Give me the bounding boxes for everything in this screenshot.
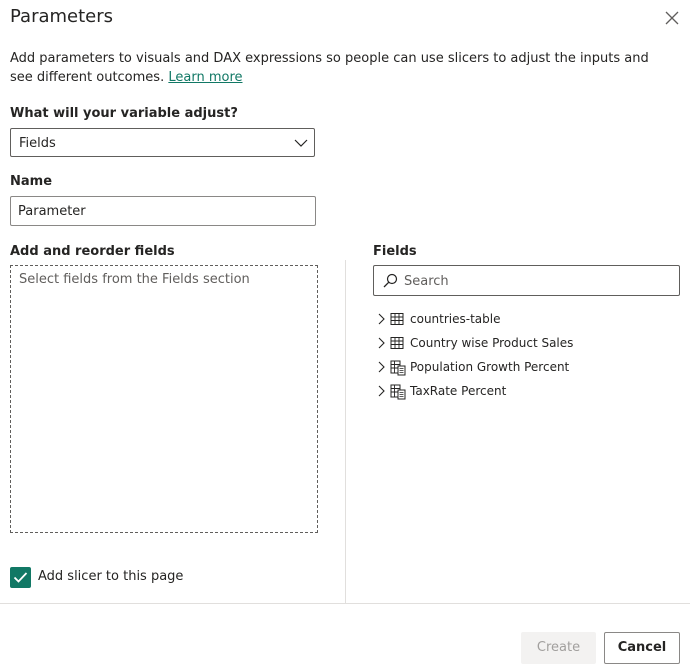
fields-search-box[interactable] <box>373 265 680 296</box>
chevron-right-icon[interactable] <box>376 313 386 328</box>
table-icon <box>390 336 404 353</box>
chevron-right-icon[interactable] <box>376 337 386 352</box>
dialog-title: Parameters <box>10 6 114 27</box>
search-icon <box>382 273 398 293</box>
add-slicer-label: Add slicer to this page <box>38 569 184 584</box>
search-input[interactable] <box>402 271 676 292</box>
close-icon[interactable] <box>662 8 682 28</box>
tree-item-country-wise-product-sales[interactable]: Country wise Product Sales <box>374 332 680 356</box>
parameters-dialog: Parameters Add parameters to visuals and… <box>0 0 690 672</box>
variable-dropdown[interactable]: Fields <box>10 128 315 157</box>
checkmark-icon <box>13 572 28 583</box>
calculated-table-icon <box>390 360 406 379</box>
fields-tree: countries-table Country wise Product Sal… <box>374 308 680 404</box>
reorder-label: Add and reorder fields <box>10 244 175 259</box>
tree-item-label: countries-table <box>410 312 501 326</box>
cancel-button[interactable]: Cancel <box>604 632 680 664</box>
fields-label: Fields <box>373 244 417 259</box>
chevron-down-icon <box>294 137 308 152</box>
name-input[interactable] <box>10 196 316 226</box>
description-text: Add parameters to visuals and DAX expres… <box>10 51 649 85</box>
tree-item-label: Country wise Product Sales <box>410 336 574 350</box>
table-icon <box>390 312 404 329</box>
chevron-right-icon[interactable] <box>376 385 386 400</box>
name-label: Name <box>10 174 53 189</box>
create-button[interactable]: Create <box>521 632 596 664</box>
tree-item-countries-table[interactable]: countries-table <box>374 308 680 332</box>
variable-dropdown-value: Fields <box>19 136 56 151</box>
calculated-table-icon <box>390 384 406 403</box>
tree-item-taxrate-percent[interactable]: TaxRate Percent <box>374 380 680 404</box>
footer-divider <box>0 603 690 604</box>
learn-more-link[interactable]: Learn more <box>168 70 242 85</box>
chevron-right-icon[interactable] <box>376 361 386 376</box>
tree-item-population-growth-percent[interactable]: Population Growth Percent <box>374 356 680 380</box>
variable-label: What will your variable adjust? <box>10 106 238 121</box>
drop-zone-hint: Select fields from the Fields section <box>19 272 250 287</box>
dialog-description: Add parameters to visuals and DAX expres… <box>10 49 670 87</box>
checkbox-box[interactable] <box>10 567 31 588</box>
reorder-drop-zone[interactable]: Select fields from the Fields section <box>10 265 318 533</box>
tree-item-label: TaxRate Percent <box>410 384 507 398</box>
tree-item-label: Population Growth Percent <box>410 360 570 374</box>
vertical-divider <box>345 260 346 603</box>
